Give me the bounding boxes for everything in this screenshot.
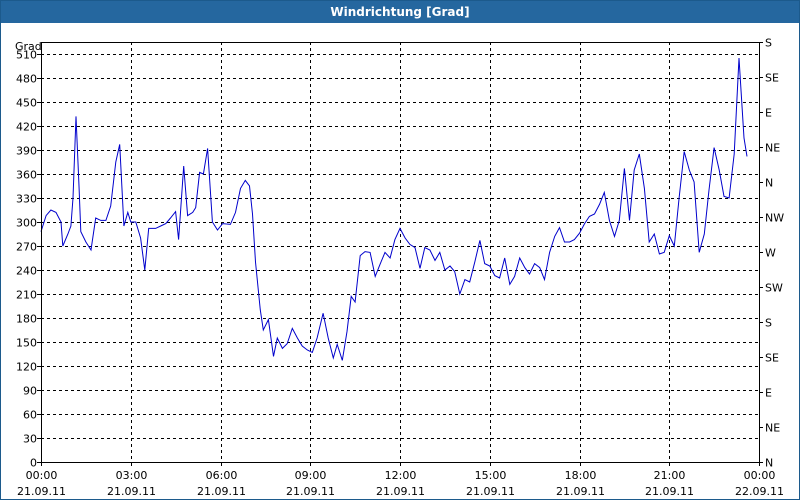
y-tick-label: 90	[23, 385, 37, 398]
x-tick-date-label: 21.09.11	[197, 485, 246, 498]
y-tick-label: 180	[16, 313, 37, 326]
x-tick-time-label: 00:00	[26, 469, 58, 482]
x-tick-date-label: 22.09.11	[735, 485, 784, 498]
y-tick-label: 210	[16, 289, 37, 302]
x-tick-date-label: 21.09.11	[286, 485, 335, 498]
y-axis-ticks: 0 30 60 90 120 150 180 210 240 270 300 330 360 390 420…	[16, 49, 41, 470]
y-tick-label: 480	[16, 73, 37, 86]
x-axis-ticks: 00:00 21.09.11 03:00 21.09.11 06:00 21.09.11 0…	[17, 462, 784, 498]
x-tick-date-label: 21.09.11	[466, 485, 515, 498]
y2-tick-label: E	[765, 107, 772, 120]
y2-tick-label: W	[765, 247, 776, 260]
x-tick-date-label: 21.09.11	[556, 485, 605, 498]
y2-tick-label: NW	[765, 212, 784, 225]
x-tick-time-label: 12:00	[385, 469, 417, 482]
y2-tick-label: NE	[765, 142, 780, 155]
y-tick-label: 0	[30, 457, 37, 470]
x-tick-time-label: 03:00	[116, 469, 148, 482]
y-tick-label: 30	[23, 433, 37, 446]
y-tick-label: 330	[16, 193, 37, 206]
x-tick-time-label: 18:00	[565, 469, 597, 482]
x-tick-date-label: 21.09.11	[645, 485, 694, 498]
y2-tick-label: SE	[765, 352, 779, 365]
y-tick-label: 120	[16, 361, 37, 374]
y-tick-label: 450	[16, 97, 37, 110]
y-tick-label: 270	[16, 241, 37, 254]
y-tick-label: 360	[16, 169, 37, 182]
x-tick-time-label: 09:00	[295, 469, 327, 482]
y2-tick-label: SW	[765, 282, 783, 295]
grid-lines	[41, 42, 759, 462]
chart-window: Windrichtung [Grad] Grad 0 30 60 90 120 150 18…	[0, 0, 800, 500]
x-tick-date-label: 21.09.11	[376, 485, 425, 498]
y-tick-label: 390	[16, 145, 37, 158]
x-tick-date-label: 21.09.11	[107, 485, 156, 498]
x-tick-time-label: 21:00	[654, 469, 686, 482]
x-tick-time-label: 06:00	[206, 469, 238, 482]
y2-tick-label: N	[765, 177, 773, 190]
y2-axis-ticks: N NE E SE S SW W NW N NE E SE S	[759, 37, 784, 470]
y-tick-label: 60	[23, 409, 37, 422]
x-tick-date-label: 21.09.11	[17, 485, 66, 498]
y2-tick-label: E	[765, 387, 772, 400]
y-tick-label: 420	[16, 121, 37, 134]
y2-tick-label: S	[765, 37, 772, 50]
y2-tick-label: NE	[765, 422, 780, 435]
y2-tick-label: N	[765, 457, 773, 470]
wind-direction-chart: Grad 03060901201501802102402703003303603…	[15, 37, 784, 499]
y2-tick-label: S	[765, 317, 772, 330]
x-tick-time-label: 15:00	[475, 469, 507, 482]
y-tick-label: 300	[16, 217, 37, 230]
y-tick-label: 510	[16, 49, 37, 62]
y-tick-label: 150	[16, 337, 37, 350]
y-tick-label: 240	[16, 265, 37, 278]
y2-tick-label: SE	[765, 72, 779, 85]
x-tick-time-label: 00:00	[744, 469, 776, 482]
series-line	[40, 57, 748, 361]
